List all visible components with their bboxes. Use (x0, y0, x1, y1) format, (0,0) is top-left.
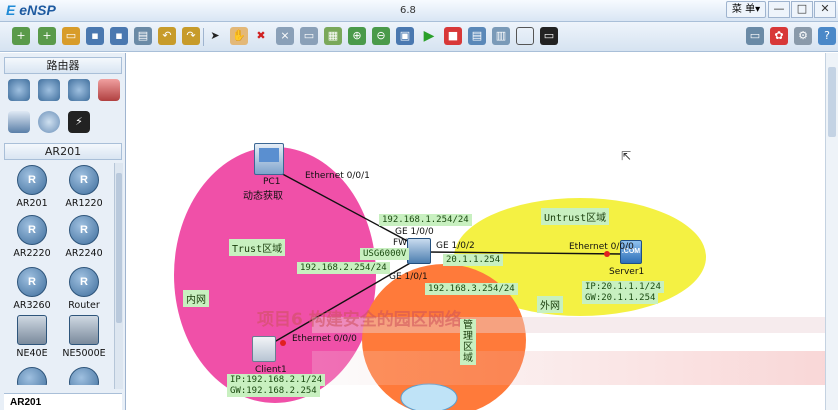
pc1-interface: Ethernet 0/0/1 (305, 171, 370, 181)
client-interface: Ethernet 0/0/0 (292, 334, 357, 344)
untrust-zone-label: Untrust区域 (541, 208, 610, 225)
router-icon: R (69, 215, 99, 245)
router-icon: R (69, 165, 99, 195)
grid-icon[interactable] (516, 27, 534, 45)
select-icon[interactable]: ➤ (206, 27, 224, 45)
chat-icon[interactable]: ▭ (746, 27, 764, 45)
print-icon[interactable]: ▤ (134, 27, 152, 45)
server-name: Server1 (609, 267, 645, 277)
ge0-ip-tag: 192.168.1.254/24 (379, 214, 472, 226)
stop-icon[interactable]: ■ (444, 27, 462, 45)
save-as-icon[interactable]: ▪ (110, 27, 128, 45)
zoom-in-icon[interactable]: ⊕ (348, 27, 366, 45)
cli-icon[interactable]: ▭ (540, 27, 558, 45)
palette-icon[interactable]: ▦ (324, 27, 342, 45)
device-panel: 路由器 ⚡ AR201 R AR201 R AR1220 R AR2220 R AR22… (0, 53, 126, 410)
device-more[interactable] (56, 367, 112, 385)
device-subheader: AR201 (4, 143, 122, 160)
inner-zone-label: 内网 (183, 290, 209, 307)
pc1-ip-mode: 动态获取 (243, 191, 283, 202)
mouse-cursor-icon: ⇱ (621, 149, 632, 163)
switch-category-icon[interactable] (38, 79, 60, 101)
huawei-icon[interactable]: ✿ (770, 27, 788, 45)
router-icon: R (17, 267, 47, 297)
pc1-node[interactable] (254, 143, 284, 175)
delete-icon[interactable]: ✖ (252, 27, 270, 45)
device-ne40e[interactable]: NE40E (4, 315, 60, 359)
fw-if-top: GE 1/0/0 (395, 227, 434, 237)
device-ar2220[interactable]: R AR2220 (4, 215, 60, 259)
ge1-ip-tag: 192.168.2.254/24 (297, 262, 390, 274)
fw-if-right: GE 1/0/2 (436, 241, 475, 251)
router-icon (17, 367, 47, 385)
start-icon[interactable]: ▶ (420, 27, 438, 45)
router-icon (69, 367, 99, 385)
trust-zone-label: Trust区域 (229, 239, 286, 256)
new-example-icon[interactable]: + (38, 27, 56, 45)
topology-canvas[interactable]: 项目6 构建安全的园区网络 PC1 动态获取 Ethernet 0/0/1 FW… (127, 53, 825, 410)
category-header: 路由器 (4, 57, 122, 74)
device-ar2240[interactable]: R AR2240 (56, 215, 112, 259)
device-ar3260[interactable]: R AR3260 (4, 267, 60, 311)
pc1-name: PC1 (263, 177, 281, 187)
device-ar1220[interactable]: R AR1220 (56, 165, 112, 209)
delete-link-icon[interactable]: ⨯ (276, 27, 294, 45)
device-more[interactable] (4, 367, 60, 385)
minimize-button[interactable]: — (768, 1, 790, 18)
cloud-category-icon[interactable] (38, 111, 60, 133)
fw-model-tag: USG6000V (360, 248, 410, 260)
server-gateway: GW:20.1.1.254 (582, 292, 659, 304)
router-icon: R (17, 165, 47, 195)
title-bar: E eNSP 6.8 菜 单▾ — □ ✕ (0, 0, 838, 22)
text-icon[interactable]: ▭ (300, 27, 318, 45)
server-interface: Ethernet 0/0/0 (569, 242, 634, 252)
maximize-button[interactable]: □ (791, 1, 813, 18)
zoom-out-icon[interactable]: ⊖ (372, 27, 390, 45)
device-list-scrollbar[interactable] (114, 163, 123, 389)
router-icon: R (69, 267, 99, 297)
redo-icon[interactable]: ↷ (182, 27, 200, 45)
open-icon[interactable]: ▭ (62, 27, 80, 45)
title-watermark: 项目6 构建安全的园区网络 (257, 310, 462, 330)
selected-device-label: AR201 (4, 393, 122, 410)
app-logo: E eNSP (6, 2, 56, 18)
link-category-icon[interactable]: ⚡ (68, 111, 90, 133)
slide-banner (312, 351, 825, 385)
device-router[interactable]: R Router (56, 267, 112, 311)
device-ar201[interactable]: R AR201 (4, 165, 60, 209)
fit-icon[interactable]: ▣ (396, 27, 414, 45)
client-node[interactable] (252, 336, 276, 362)
firewall-node[interactable] (407, 238, 431, 264)
chassis-icon (17, 315, 47, 345)
save-icon[interactable]: ▪ (86, 27, 104, 45)
show-interface-icon[interactable]: ▥ (492, 27, 510, 45)
close-button[interactable]: ✕ (814, 1, 836, 18)
help-icon[interactable]: ? (818, 27, 836, 45)
firewall-category-icon[interactable] (98, 79, 120, 101)
mgmt-zone-label: 管 理 区 域 (460, 319, 476, 365)
device-ne5000e[interactable]: NE5000E (56, 315, 112, 359)
cloud-icon[interactable] (400, 383, 458, 410)
toolbar: + + ▭ ▪ ▪ ▤ ↶ ↷ ➤ ✋ ✖ ⨯ ▭ ▦ ⊕ ⊖ ▣ ▶ ■ ▤ … (0, 22, 838, 52)
terminal-category-icon[interactable] (8, 111, 30, 133)
capture-icon[interactable]: ▤ (468, 27, 486, 45)
router-icon: R (17, 215, 47, 245)
fw-if-bottom: GE 1/0/1 (389, 272, 428, 282)
outer-zone-label: 外网 (537, 296, 563, 313)
mgmt-ip-tag: 192.168.3.254/24 (425, 283, 518, 295)
new-topo-icon[interactable]: + (12, 27, 30, 45)
undo-icon[interactable]: ↶ (158, 27, 176, 45)
ge2-ip-tag: 20.1.1.254 (443, 254, 504, 266)
app-version: 6.8 (400, 5, 416, 16)
router-category-icon[interactable] (8, 79, 30, 101)
menu-button[interactable]: 菜 单▾ (726, 1, 766, 18)
fw-name: FW (393, 238, 408, 248)
canvas-scrollbar[interactable] (825, 53, 838, 410)
settings-icon[interactable]: ⚙ (794, 27, 812, 45)
hand-icon[interactable]: ✋ (230, 27, 248, 45)
wlan-category-icon[interactable] (68, 79, 90, 101)
monitor-icon (259, 148, 279, 162)
client-gateway: GW:192.168.2.254 (227, 385, 320, 397)
chassis-icon (69, 315, 99, 345)
